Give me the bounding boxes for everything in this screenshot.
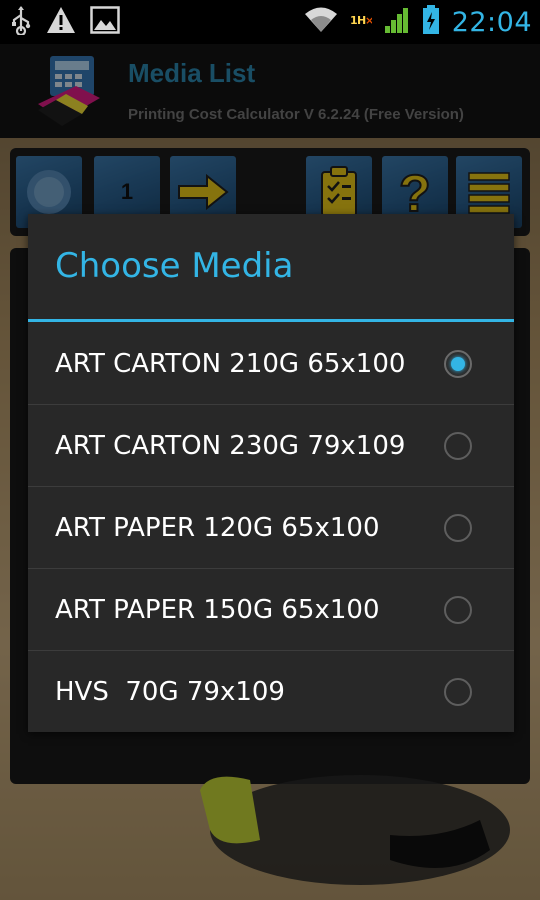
image-icon bbox=[90, 6, 120, 38]
signal-icon bbox=[384, 6, 410, 38]
media-option-label: ART PAPER 150G 65x100 bbox=[55, 594, 380, 625]
media-option-label: ART CARTON 210G 65x100 bbox=[55, 348, 406, 379]
media-option-label: ART CARTON 230G 79x109 bbox=[55, 430, 406, 461]
battery-icon bbox=[422, 5, 440, 39]
svg-text:×: × bbox=[365, 14, 372, 27]
choose-media-dialog: Choose Media ART CARTON 210G 65x100 ART … bbox=[28, 214, 514, 732]
media-option[interactable]: ART CARTON 210G 65x100 bbox=[28, 323, 514, 404]
warning-icon bbox=[46, 6, 76, 38]
media-option[interactable]: ART CARTON 230G 79x109 bbox=[28, 405, 514, 486]
media-option[interactable]: ART PAPER 150G 65x100 bbox=[28, 569, 514, 650]
radio-button[interactable] bbox=[444, 431, 472, 460]
media-option-label: ART PAPER 120G 65x100 bbox=[55, 512, 380, 543]
usb-icon bbox=[10, 5, 32, 39]
dialog-title: Choose Media bbox=[55, 246, 294, 286]
radio-button[interactable] bbox=[444, 513, 472, 542]
media-option-label: HVS 70G 79x109 bbox=[55, 676, 285, 707]
dialog-title-divider bbox=[28, 319, 514, 322]
status-bar: 1 H × 22:04 bbox=[0, 0, 540, 44]
radio-button-selected[interactable] bbox=[444, 349, 472, 378]
wifi-icon bbox=[304, 7, 338, 37]
radio-button[interactable] bbox=[444, 677, 472, 706]
radio-button[interactable] bbox=[444, 595, 472, 624]
sim-icon: 1 H × bbox=[350, 12, 374, 32]
clock: 22:04 bbox=[451, 6, 532, 38]
media-option[interactable]: HVS 70G 79x109 bbox=[28, 651, 514, 732]
media-option[interactable]: ART PAPER 120G 65x100 bbox=[28, 487, 514, 568]
